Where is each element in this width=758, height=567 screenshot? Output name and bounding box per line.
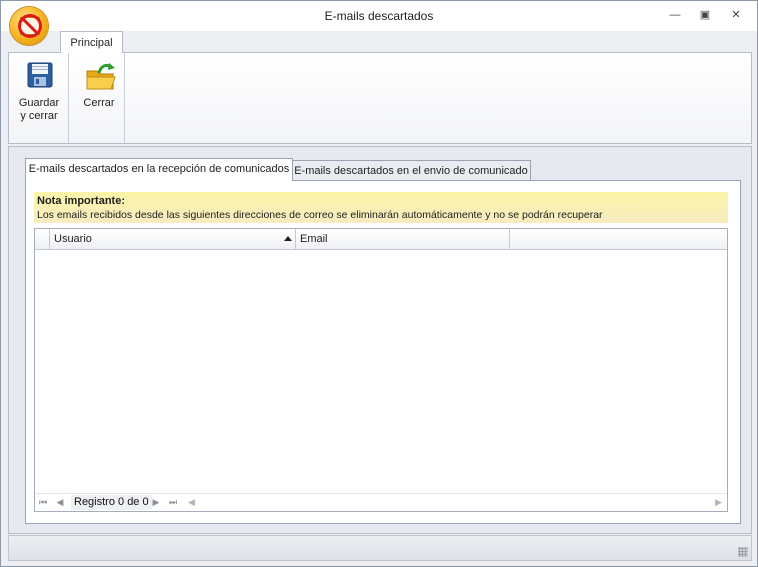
save-and-close-button[interactable]: Guardar y cerrar <box>11 55 67 143</box>
title-bar[interactable]: E-mails descartados — ▣ ✕ <box>1 1 757 31</box>
restore-button[interactable]: ▣ <box>695 6 715 24</box>
tab-page: Nota importante: Los emails recibidos de… <box>25 180 741 524</box>
minimize-button[interactable]: — <box>665 6 685 24</box>
grid-header: Usuario Email <box>35 229 727 250</box>
ribbon-separator <box>124 53 125 143</box>
last-record-icon[interactable]: ⏭ <box>167 495 179 510</box>
main-window: E-mails descartados — ▣ ✕ Principal Guar… <box>0 0 758 567</box>
close-window-label: Cerrar <box>83 97 115 109</box>
restore-icon: ▣ <box>699 9 711 21</box>
ribbon-separator <box>68 53 69 143</box>
note-title: Nota importante: <box>37 195 125 207</box>
tab-reception-discarded[interactable]: E-mails descartados en la recepción de c… <box>25 158 293 181</box>
minimize-icon: — <box>669 9 681 21</box>
note-text: Los emails recibidos desde las siguiente… <box>37 209 603 221</box>
save-disk-icon <box>27 62 53 88</box>
column-email-label: Email <box>300 233 328 245</box>
close-icon: ✕ <box>731 9 741 21</box>
resize-grip-icon[interactable] <box>738 547 748 557</box>
next-record-icon[interactable]: ▶ <box>151 495 161 510</box>
content-area: E-mails descartados en la recepción de c… <box>8 146 752 534</box>
status-bar <box>8 535 752 561</box>
discarded-emails-grid[interactable]: Usuario Email ⏮ ◀ Registro 0 de 0 ▶ ⏭ ◀ … <box>34 228 728 512</box>
scroll-right-icon[interactable]: ▶ <box>715 495 722 510</box>
record-counter: Registro 0 de 0 <box>71 495 152 510</box>
column-header-email[interactable]: Email <box>296 229 510 249</box>
folder-exit-icon <box>86 63 116 90</box>
close-button[interactable]: ✕ <box>726 6 746 24</box>
first-record-icon[interactable]: ⏮ <box>38 495 48 510</box>
sort-ascending-icon <box>284 236 292 241</box>
grid-navigator: ⏮ ◀ Registro 0 de 0 ▶ ⏭ ◀ ▶ <box>35 493 727 511</box>
window-title: E-mails descartados <box>324 9 434 23</box>
app-menu-button[interactable] <box>10 7 48 45</box>
tab-sending-discarded[interactable]: E-mails descartados en el envio de comun… <box>291 160 531 182</box>
previous-record-icon[interactable]: ◀ <box>55 495 65 510</box>
tab-principal[interactable]: Principal <box>60 31 123 53</box>
close-window-button[interactable]: Cerrar <box>71 55 127 143</box>
row-indicator-header <box>35 229 50 249</box>
ribbon-panel: Guardar y cerrar Cerrar <box>8 52 752 144</box>
important-note: Nota importante: Los emails recibidos de… <box>34 192 728 223</box>
column-header-usuario[interactable]: Usuario <box>50 229 296 249</box>
scroll-left-icon[interactable]: ◀ <box>188 495 195 510</box>
column-usuario-label: Usuario <box>54 233 92 245</box>
prohibited-icon <box>18 14 42 38</box>
save-and-close-label-line2: y cerrar <box>20 110 58 122</box>
save-and-close-label-line1: Guardar <box>18 97 60 109</box>
